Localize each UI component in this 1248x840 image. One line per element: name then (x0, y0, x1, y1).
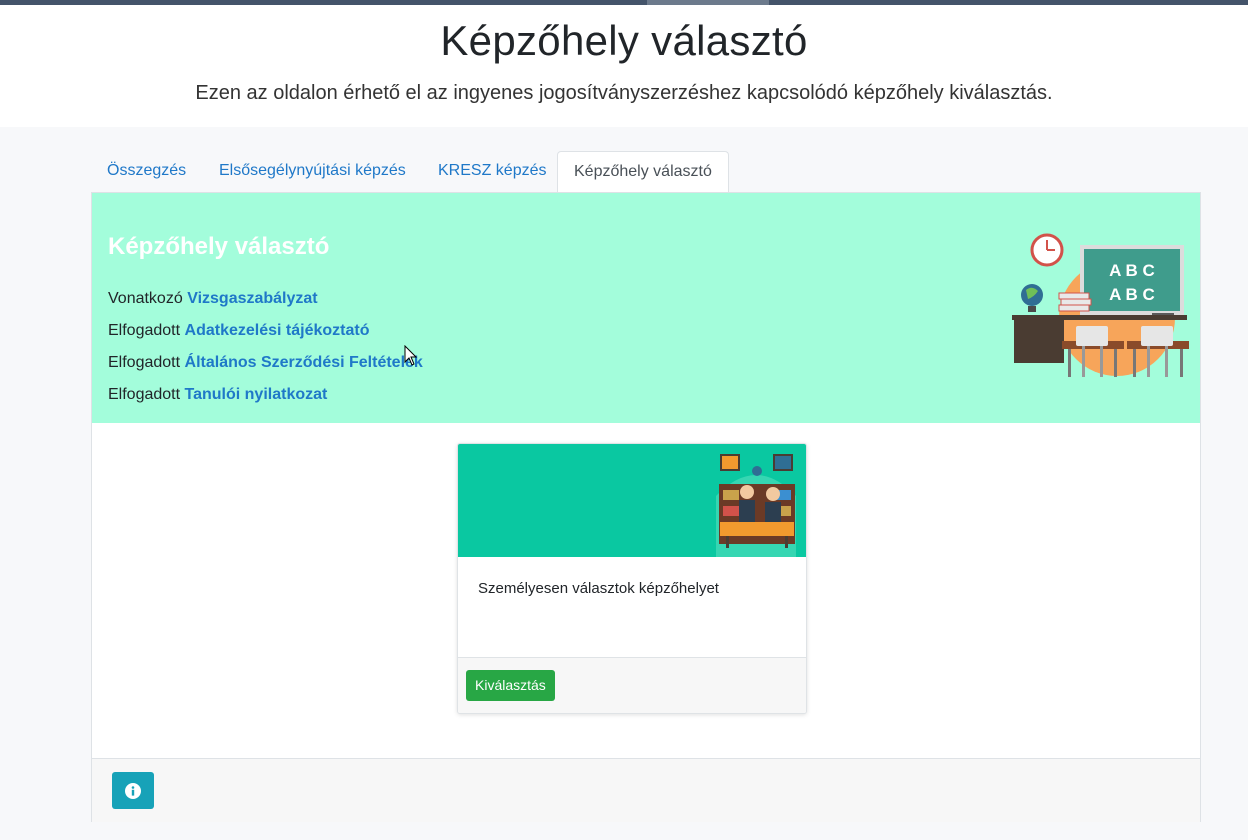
tanuloi-nyilatkozat-link[interactable]: Tanulói nyilatkozat (185, 386, 328, 403)
kivalasztas-button[interactable]: Kiválasztás (466, 670, 555, 701)
info-icon (125, 782, 141, 799)
card-image (458, 444, 806, 557)
panel-footer (92, 758, 1200, 822)
aszf-link[interactable]: Általános Szerződési Feltételek (185, 354, 423, 371)
tab-kresz[interactable]: KRESZ képzés (422, 151, 562, 192)
hero-title: Képzőhely választó (108, 233, 330, 260)
main-panel: Képzőhely választó Vonatkozó Vizsgaszabá… (91, 192, 1201, 822)
hero-line-vizsgaszabalyzat: Vonatkozó Vizsgaszabályzat (108, 290, 318, 308)
line-prefix: Vonatkozó (108, 290, 183, 307)
page-subtitle: Ezen az oldalon érhető el az ingyenes jo… (195, 82, 1053, 104)
line-prefix: Elfogadott (108, 322, 181, 339)
personal-selection-card: Személyesen választok képzőhelyet Kivála… (457, 443, 807, 714)
page-title: Képzőhely választó (440, 17, 808, 64)
info-button[interactable] (112, 772, 154, 809)
students-library-illustration (716, 454, 796, 557)
board-line-2: A B C (1109, 285, 1155, 304)
line-prefix: Elfogadott (108, 386, 181, 403)
tab-bar: Összegzés Elsősegélynyújtási képzés KRES… (91, 151, 1201, 193)
tab-kepzohely-valaszto[interactable]: Képzőhely választó (557, 151, 729, 193)
vizsgaszabalyzat-link[interactable]: Vizsgaszabályzat (187, 290, 317, 307)
hero-line-tanuloi: Elfogadott Tanulói nyilatkozat (108, 386, 327, 404)
card-text: Személyesen választok képzőhelyet (478, 580, 719, 597)
adatkezelesi-tajekoztato-link[interactable]: Adatkezelési tájékoztató (185, 322, 370, 339)
board-line-1: A B C (1109, 261, 1155, 280)
line-prefix: Elfogadott (108, 354, 181, 371)
hero-line-adatkezelesi: Elfogadott Adatkezelési tájékoztató (108, 322, 369, 340)
tab-osszegzes[interactable]: Összegzés (91, 151, 202, 192)
tab-elsosegely[interactable]: Elsősegélynyújtási képzés (203, 151, 422, 192)
hero-line-aszf: Elfogadott Általános Szerződési Feltétel… (108, 354, 423, 372)
card-footer: Kiválasztás (458, 657, 806, 713)
hero-banner: Képzőhely választó Vonatkozó Vizsgaszabá… (92, 193, 1200, 423)
page-header: Képzőhely választó Ezen az oldalon érhet… (0, 5, 1248, 127)
classroom-illustration: A B C A B C (1012, 233, 1189, 377)
mouse-cursor-icon (404, 345, 418, 366)
